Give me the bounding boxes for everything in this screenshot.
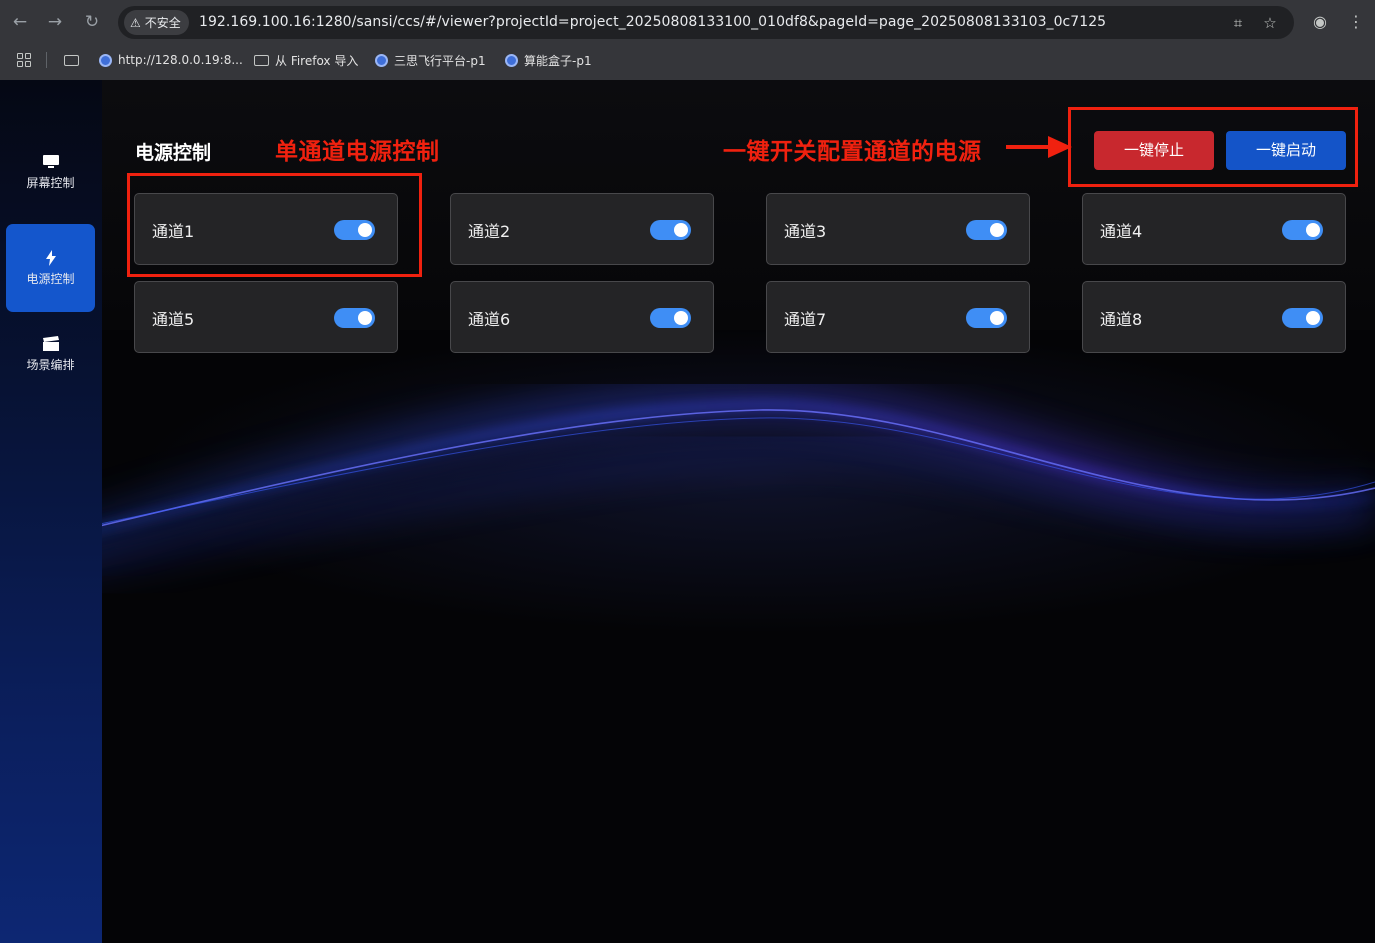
browser-toolbar: ← → ↻ ⚠ 不安全 192.169.100.16:1280/sansi/cc… [0, 0, 1375, 44]
channel-name: 通道6 [468, 310, 511, 329]
channel-card: 通道6 [450, 281, 714, 353]
address-bar[interactable]: ⚠ 不安全 192.169.100.16:1280/sansi/ccs/#/vi… [118, 6, 1294, 39]
channel-power-toggle[interactable] [334, 308, 375, 328]
channel-card: 通道4 [1082, 193, 1346, 265]
page-title: 电源控制 [135, 142, 212, 164]
channel-name: 通道8 [1100, 310, 1143, 329]
channel-name: 通道4 [1100, 222, 1143, 241]
channel-card: 通道3 [766, 193, 1030, 265]
globe-icon [99, 53, 112, 67]
globe-icon [375, 53, 388, 67]
channel-card: 通道7 [766, 281, 1030, 353]
channel-name: 通道5 [152, 310, 195, 329]
browser-chrome: ← → ↻ ⚠ 不安全 192.169.100.16:1280/sansi/cc… [0, 0, 1375, 80]
annotation-single-channel: 单通道电源控制 [275, 139, 440, 165]
channel-name: 通道2 [468, 222, 511, 241]
reload-icon[interactable]: ↻ [80, 10, 104, 34]
globe-icon [505, 53, 518, 67]
channel-power-toggle[interactable] [650, 220, 691, 240]
channel-power-toggle[interactable] [1282, 220, 1323, 240]
folder-icon [254, 54, 269, 66]
channel-card: 通道5 [134, 281, 398, 353]
folder-icon[interactable] [64, 50, 79, 70]
apps-grid-icon[interactable] [17, 50, 31, 70]
channel-power-toggle[interactable] [966, 308, 1007, 328]
bookmark-item[interactable]: 算能盒子-p1 [505, 50, 592, 70]
bookmark-item[interactable]: 三思飞行平台-p1 [375, 50, 486, 70]
bookmark-item[interactable]: 从 Firefox 导入 [254, 50, 358, 70]
forward-arrow-icon[interactable]: → [43, 10, 67, 34]
channel-power-toggle[interactable] [1282, 308, 1323, 328]
monitor-icon [6, 154, 95, 172]
channel-name: 通道7 [784, 310, 827, 329]
bookmark-item[interactable]: http://128.0.0.19:8... [99, 50, 243, 70]
bookmarks-bar: http://128.0.0.19:8... 从 Firefox 导入 三思飞行… [0, 46, 1375, 74]
back-arrow-icon[interactable]: ← [8, 10, 32, 34]
lightning-icon [6, 250, 95, 268]
clapperboard-icon [6, 336, 95, 354]
channel-power-toggle[interactable] [966, 220, 1007, 240]
annotation-one-key: 一键开关配置通道的电源 [723, 139, 982, 165]
channel-power-toggle[interactable] [650, 308, 691, 328]
sidebar-item-scene-editor[interactable]: 场景编排 [6, 336, 95, 424]
annotation-box-single-channel [127, 173, 422, 277]
app-viewport: 屏幕控制 电源控制 场景编排 电源控制 一键停止 一键启动 通道1 通道2 通道… [0, 80, 1375, 943]
sidebar-item-power-control[interactable]: 电源控制 [6, 224, 95, 312]
url-text[interactable]: 192.169.100.16:1280/sansi/ccs/#/viewer?p… [199, 14, 1106, 30]
annotation-arrow-icon [1006, 136, 1072, 158]
star-icon[interactable]: ☆ [1260, 14, 1280, 32]
menu-kebab-icon[interactable]: ⋮ [1345, 11, 1367, 33]
channel-name: 通道3 [784, 222, 827, 241]
channel-card: 通道8 [1082, 281, 1346, 353]
annotation-box-one-key [1068, 107, 1358, 187]
security-chip[interactable]: ⚠ 不安全 [124, 10, 189, 35]
divider [46, 52, 47, 68]
security-label: 不安全 [144, 16, 181, 30]
channel-card: 通道2 [450, 193, 714, 265]
profile-icon[interactable]: ◉ [1309, 11, 1331, 33]
warning-icon: ⚠ [130, 15, 141, 30]
sidebar: 屏幕控制 电源控制 场景编排 [0, 80, 102, 943]
translate-icon[interactable]: ⌗ [1228, 14, 1248, 32]
